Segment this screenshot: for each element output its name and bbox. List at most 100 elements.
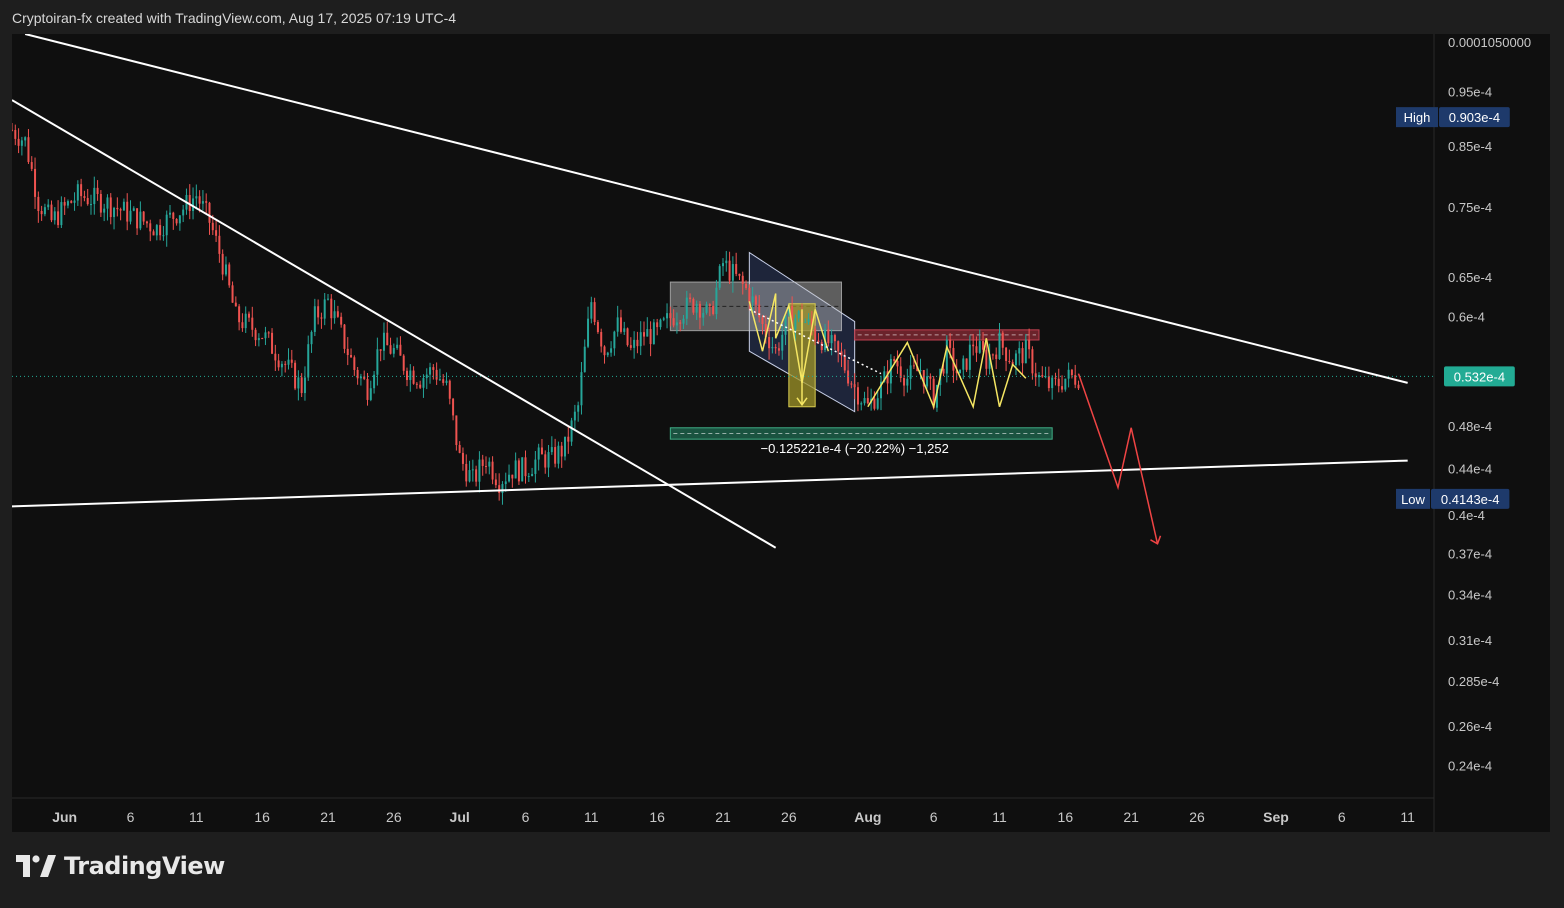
candle-body	[540, 447, 543, 455]
candle-body	[251, 317, 254, 330]
candle-body	[606, 352, 609, 356]
candle-body	[363, 376, 366, 379]
candle-body	[689, 297, 692, 299]
candle-body	[666, 313, 669, 319]
candle-body	[27, 137, 30, 163]
time-tick-label: 26	[386, 809, 402, 825]
candle-body	[448, 380, 451, 399]
candle-body	[313, 306, 316, 332]
candle-body	[330, 298, 333, 319]
candle-body	[63, 202, 66, 206]
candle-body	[396, 344, 399, 349]
price-tick-label: 0.44e-4	[1448, 461, 1492, 476]
candle-body	[90, 204, 92, 206]
candle-body	[310, 331, 313, 345]
candle-body	[702, 312, 705, 318]
candle-body	[508, 474, 511, 482]
candle-body	[550, 447, 553, 453]
ascending-support-trendline	[12, 459, 1408, 508]
candle-body	[583, 346, 586, 373]
candle-body	[422, 378, 425, 388]
candle-body	[633, 339, 636, 348]
candle-body	[1067, 369, 1070, 379]
candle-body	[485, 465, 487, 467]
candle-body	[514, 460, 517, 479]
price-chart[interactable]: −0.125221e-4 (−20.22%) −1,252 0.00010500…	[12, 34, 1550, 832]
candle-body	[998, 332, 1001, 359]
candle-body	[942, 368, 945, 374]
candle-body	[257, 338, 260, 341]
candle-body	[959, 369, 961, 374]
candle-body	[593, 302, 596, 323]
candle-body	[698, 303, 701, 318]
candle-body	[577, 405, 580, 412]
candle-body	[643, 332, 645, 337]
candle-body	[725, 260, 728, 264]
candle-body	[271, 332, 274, 354]
candle-body	[768, 337, 771, 349]
candle-body	[300, 377, 303, 394]
time-tick-label: 6	[930, 809, 938, 825]
candle-body	[1077, 384, 1080, 389]
time-tick-label: 6	[522, 809, 530, 825]
candle-body	[241, 322, 244, 329]
candle-body	[735, 264, 738, 274]
candle-body	[926, 376, 929, 387]
candle-body	[659, 319, 662, 328]
candle-body	[554, 447, 557, 464]
candle-body	[294, 362, 297, 389]
candle-body	[254, 329, 257, 341]
candle-body	[784, 315, 787, 335]
candle-body	[804, 321, 807, 323]
candle-body	[692, 298, 695, 313]
tradingview-logo[interactable]: TradingView	[16, 852, 225, 880]
candle-body	[432, 367, 435, 370]
candle-body	[132, 208, 135, 211]
price-tick-label: 0.95e-4	[1448, 84, 1492, 99]
candle-body	[1074, 375, 1077, 385]
candle-body	[76, 184, 79, 201]
candle-body	[853, 384, 856, 388]
time-tick-label: 16	[254, 809, 270, 825]
candle-body	[564, 436, 566, 457]
candle-body	[728, 260, 731, 281]
tradingview-logo-icon	[16, 855, 56, 877]
candle-body	[379, 349, 382, 351]
candle-body	[165, 214, 168, 236]
candle-body	[343, 324, 346, 349]
candle-body	[814, 328, 817, 341]
candle-body	[267, 332, 270, 334]
time-tick-label: 21	[715, 809, 731, 825]
badges-layer: High 0.903e-4 Low 0.4143e-4 0.532e-4	[1396, 107, 1515, 509]
time-tick-label: 26	[1189, 809, 1205, 825]
candle-body	[386, 332, 389, 346]
candle-body	[50, 204, 53, 221]
candle-body	[93, 187, 96, 205]
candle-body	[238, 306, 241, 323]
candle-body	[307, 344, 310, 378]
candle-body	[610, 348, 613, 353]
candle-body	[350, 355, 353, 358]
projection-path	[1077, 373, 1159, 544]
candle-body	[856, 387, 859, 405]
candle-body	[12, 129, 13, 131]
candle-body	[521, 457, 524, 482]
target-zone	[669, 427, 1053, 440]
candle-body	[24, 137, 27, 141]
candle-body	[70, 201, 73, 203]
candle-body	[600, 332, 603, 347]
candle-body	[547, 452, 550, 468]
candle-body	[573, 411, 576, 421]
candle-body	[623, 328, 626, 332]
candle-body	[409, 370, 412, 381]
candle-body	[66, 201, 69, 206]
brand-name: TradingView	[64, 852, 225, 880]
candle-body	[402, 355, 405, 371]
candle-body	[34, 168, 37, 197]
candle-body	[406, 370, 408, 381]
candle-body	[863, 398, 866, 404]
candle-body	[1051, 377, 1054, 389]
chart-area[interactable]: −0.125221e-4 (−20.22%) −1,252 0.00010500…	[12, 34, 1550, 832]
candle-body	[929, 376, 932, 379]
candle-body	[1001, 332, 1004, 348]
